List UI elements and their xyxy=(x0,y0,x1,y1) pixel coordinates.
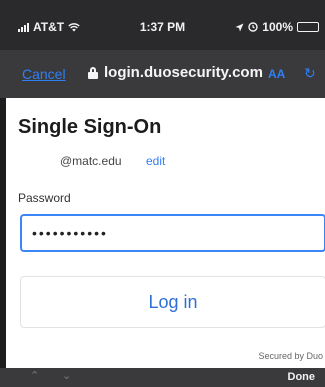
next-field-icon[interactable]: ⌄ xyxy=(62,369,71,382)
login-button[interactable]: Log in xyxy=(20,276,325,328)
secured-by-duo-text: Secured by Duo xyxy=(258,351,323,361)
page-title: Single Sign-On xyxy=(18,116,162,138)
login-form: Single Sign-On @matc.edu edit Password L… xyxy=(6,98,325,368)
cancel-button[interactable]: Cancel xyxy=(22,66,66,82)
battery-percent: 100% xyxy=(262,20,293,34)
done-button[interactable]: Done xyxy=(288,371,316,383)
status-bar: AT&T 1:37 PM 100% xyxy=(0,0,325,50)
edit-email-link[interactable]: edit xyxy=(146,154,165,168)
lock-icon xyxy=(88,66,98,79)
browser-nav-bar: Cancel login.duosecurity.com AA ↻ xyxy=(0,50,325,98)
battery-icon xyxy=(297,22,319,32)
email-text: @matc.edu xyxy=(60,154,122,168)
url-text: login.duosecurity.com xyxy=(104,64,263,81)
password-label: Password xyxy=(18,191,71,205)
reload-icon[interactable]: ↻ xyxy=(304,65,316,82)
location-arrow-icon xyxy=(235,23,244,31)
keyboard-toolbar: ⌃ ⌄ Done xyxy=(0,368,325,387)
text-size-button[interactable]: AA xyxy=(268,67,285,81)
previous-field-icon[interactable]: ⌃ xyxy=(30,369,39,382)
alarm-icon xyxy=(248,22,258,32)
status-right: 100% xyxy=(235,20,319,34)
password-field[interactable] xyxy=(20,214,325,252)
address-bar[interactable]: login.duosecurity.com xyxy=(88,64,263,81)
